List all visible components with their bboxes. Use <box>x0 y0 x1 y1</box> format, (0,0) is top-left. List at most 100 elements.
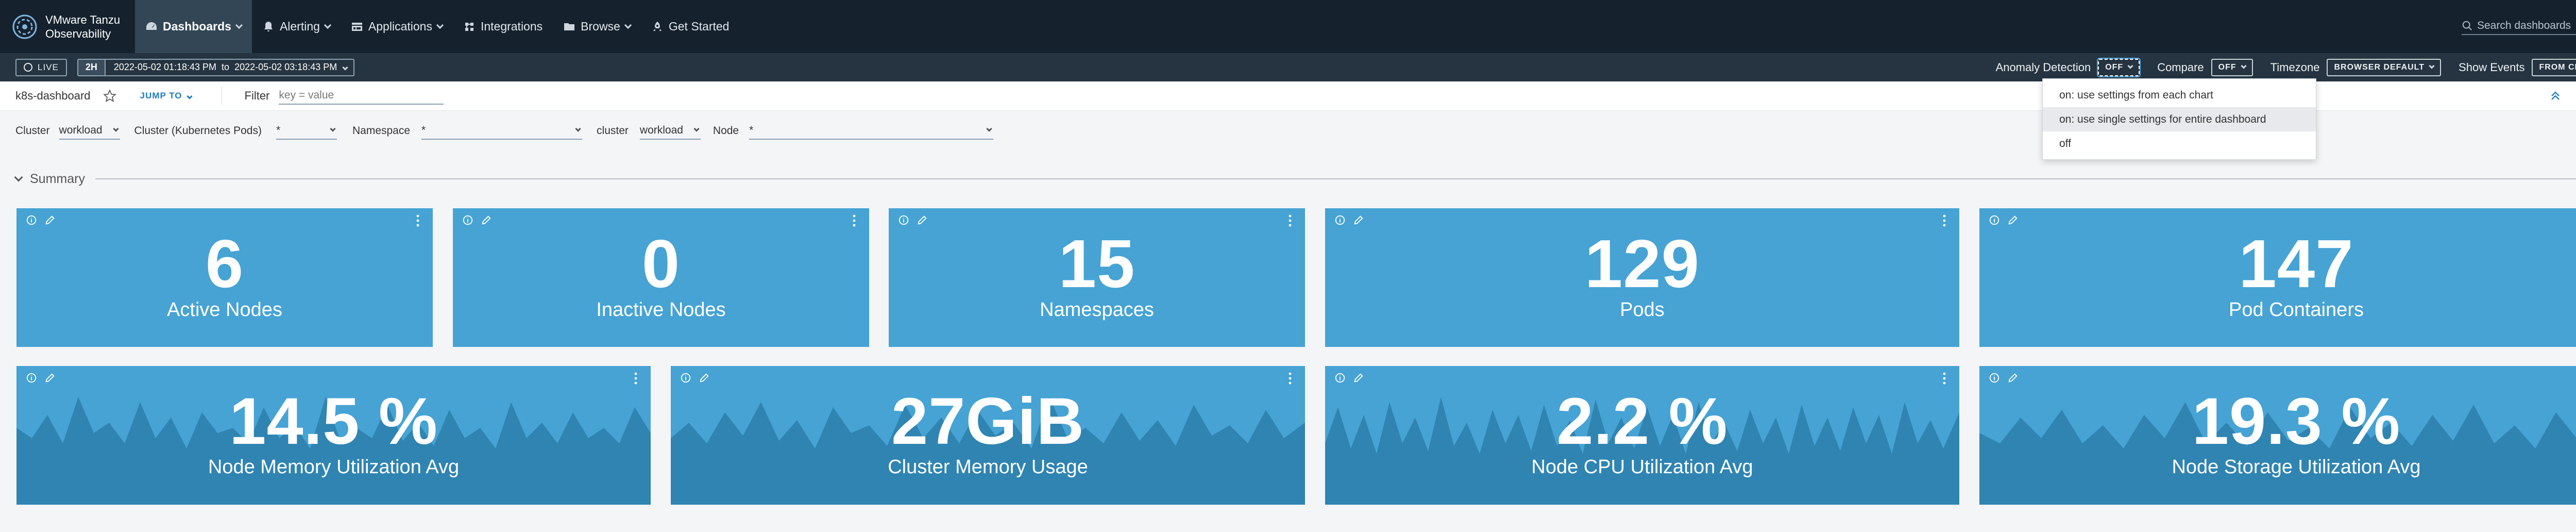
events-value: FROM CHART <box>2539 62 2576 72</box>
timezone-value: BROWSER DEFAULT <box>2334 62 2425 72</box>
nav-integrations-label: Integrations <box>480 20 543 33</box>
var-node-value: * <box>749 124 754 136</box>
info-icon[interactable] <box>680 372 691 384</box>
logo[interactable]: VMware Tanzu Observability <box>0 0 135 53</box>
time-bar-right: Anomaly Detection OFF Compare OFF Timezo… <box>1996 53 2576 81</box>
info-icon[interactable] <box>898 214 909 226</box>
events-dropdown[interactable]: FROM CHART <box>2532 58 2576 76</box>
live-button[interactable]: LIVE <box>15 58 67 76</box>
top-nav: VMware Tanzu Observability Dashboards Al… <box>0 0 2576 53</box>
integrations-icon <box>465 22 473 31</box>
var-kpods-label: Cluster (Kubernetes Pods) <box>134 125 262 137</box>
info-icon[interactable] <box>462 214 473 226</box>
var-cluster-select[interactable]: workload <box>59 122 120 140</box>
pencil-icon[interactable] <box>1353 372 1364 384</box>
jump-to-button[interactable]: JUMP TO <box>140 91 193 101</box>
more-icon[interactable] <box>853 214 856 227</box>
nav-integrations[interactable]: Integrations <box>453 0 553 53</box>
more-icon[interactable] <box>1289 214 1292 227</box>
stat-label: Node Memory Utilization Avg <box>208 456 460 478</box>
menu-item-single-settings[interactable]: on: use single settings for entire dashb… <box>2043 107 2316 131</box>
section-summary-header[interactable]: Summary <box>14 166 2576 192</box>
chevron-down-icon <box>324 21 331 29</box>
section-divider <box>95 178 2576 179</box>
nav-browse-label: Browse <box>581 20 620 33</box>
more-icon[interactable] <box>1943 372 1946 385</box>
stat-label: Cluster Memory Usage <box>888 456 1088 478</box>
stat-label: Namespaces <box>1040 299 1154 321</box>
filter-input[interactable]: key = value <box>279 87 444 105</box>
nav-alerting[interactable]: Alerting <box>252 0 341 53</box>
time-range-text: 2022-05-02 01:18:43 PM to 2022-05-02 03:… <box>106 62 343 73</box>
var-kpods-select[interactable]: * <box>276 122 337 140</box>
var-namespace-select[interactable]: * <box>421 122 583 140</box>
chevron-down-icon <box>186 93 193 99</box>
vmware-logo-icon <box>12 14 37 39</box>
info-icon[interactable] <box>26 372 37 384</box>
star-icon[interactable] <box>103 89 116 103</box>
var-cluster2-select[interactable]: workload <box>639 122 701 140</box>
info-icon[interactable] <box>1989 372 2000 384</box>
var-namespace-label: Namespace <box>352 125 411 137</box>
time-window[interactable]: 2H <box>78 59 106 75</box>
dashboard-icon <box>146 22 157 30</box>
stat-tile-sparkline[interactable]: 19.3 % Node Storage Utilization Avg <box>1979 366 2576 505</box>
pencil-icon[interactable] <box>917 214 928 226</box>
pencil-icon[interactable] <box>44 372 56 384</box>
stat-tile-sparkline[interactable]: 27GiB Cluster Memory Usage <box>671 366 1305 505</box>
menu-item-each-chart[interactable]: on: use settings from each chart <box>2043 83 2316 107</box>
chevron-down-icon[interactable] <box>14 173 23 182</box>
nav-dashboards-label: Dashboards <box>163 20 231 33</box>
search-dashboards-input[interactable]: Search dashboards <box>2462 18 2576 35</box>
stat-label: Inactive Nodes <box>596 299 726 321</box>
anomaly-dropdown[interactable]: OFF <box>2097 57 2141 77</box>
stat-tile[interactable]: 15 Namespaces <box>889 208 1305 347</box>
more-icon[interactable] <box>416 214 419 227</box>
time-range-picker[interactable]: 2H 2022-05-02 01:18:43 PM to 2022-05-02 … <box>77 58 355 76</box>
stat-value: 147 <box>2239 226 2354 302</box>
time-from: 2022-05-02 01:18:43 PM <box>113 62 217 72</box>
stat-tile[interactable]: 129 Pods <box>1325 208 1959 347</box>
stat-tile[interactable]: 0 Inactive Nodes <box>453 208 869 347</box>
var-node-select[interactable]: * <box>749 122 994 140</box>
filter-label: Filter <box>244 89 270 102</box>
stat-tile-sparkline[interactable]: 14.5 % Node Memory Utilization Avg <box>16 366 651 505</box>
live-label: LIVE <box>38 62 59 72</box>
info-icon[interactable] <box>26 214 37 226</box>
pencil-icon[interactable] <box>481 214 492 226</box>
chevron-down-icon <box>2127 62 2133 69</box>
timezone-dropdown[interactable]: BROWSER DEFAULT <box>2327 58 2442 76</box>
info-icon[interactable] <box>1334 214 1346 226</box>
pencil-icon[interactable] <box>2007 214 2019 226</box>
folder-icon <box>564 23 575 30</box>
menu-item-off[interactable]: off <box>2043 131 2316 156</box>
pencil-icon[interactable] <box>699 372 710 384</box>
chevron-down-icon <box>235 21 243 29</box>
applications-icon <box>351 22 362 31</box>
pencil-icon[interactable] <box>2007 372 2019 384</box>
compare-dropdown[interactable]: OFF <box>2211 58 2253 76</box>
pencil-icon[interactable] <box>1353 214 1364 226</box>
pencil-icon[interactable] <box>44 214 56 226</box>
nav-browse[interactable]: Browse <box>553 0 641 53</box>
nav-dashboards[interactable]: Dashboards <box>135 0 252 53</box>
live-circle-icon <box>24 63 32 72</box>
stat-value: 19.3 % <box>2192 385 2401 458</box>
info-icon[interactable] <box>1334 372 1346 384</box>
section-title: Summary <box>30 171 85 186</box>
stat-tile[interactable]: 6 Active Nodes <box>16 208 433 347</box>
info-icon[interactable] <box>1989 214 2000 226</box>
var-cluster-value: workload <box>59 124 103 136</box>
nav-get-started[interactable]: Get Started <box>641 0 740 53</box>
nav-get-started-label: Get Started <box>668 20 730 33</box>
more-icon[interactable] <box>1943 214 1946 227</box>
stat-tile-sparkline[interactable]: 2.2 % Node CPU Utilization Avg <box>1325 366 1959 505</box>
more-icon[interactable] <box>634 372 637 385</box>
search-placeholder: Search dashboards <box>2477 20 2571 31</box>
more-icon[interactable] <box>1289 372 1292 385</box>
collapse-all-icon[interactable] <box>2548 89 2563 103</box>
rocket-icon <box>653 21 662 31</box>
chevron-down-icon <box>112 126 119 132</box>
nav-applications[interactable]: Applications <box>341 0 453 53</box>
stat-tile[interactable]: 147 Pod Containers <box>1979 208 2576 347</box>
